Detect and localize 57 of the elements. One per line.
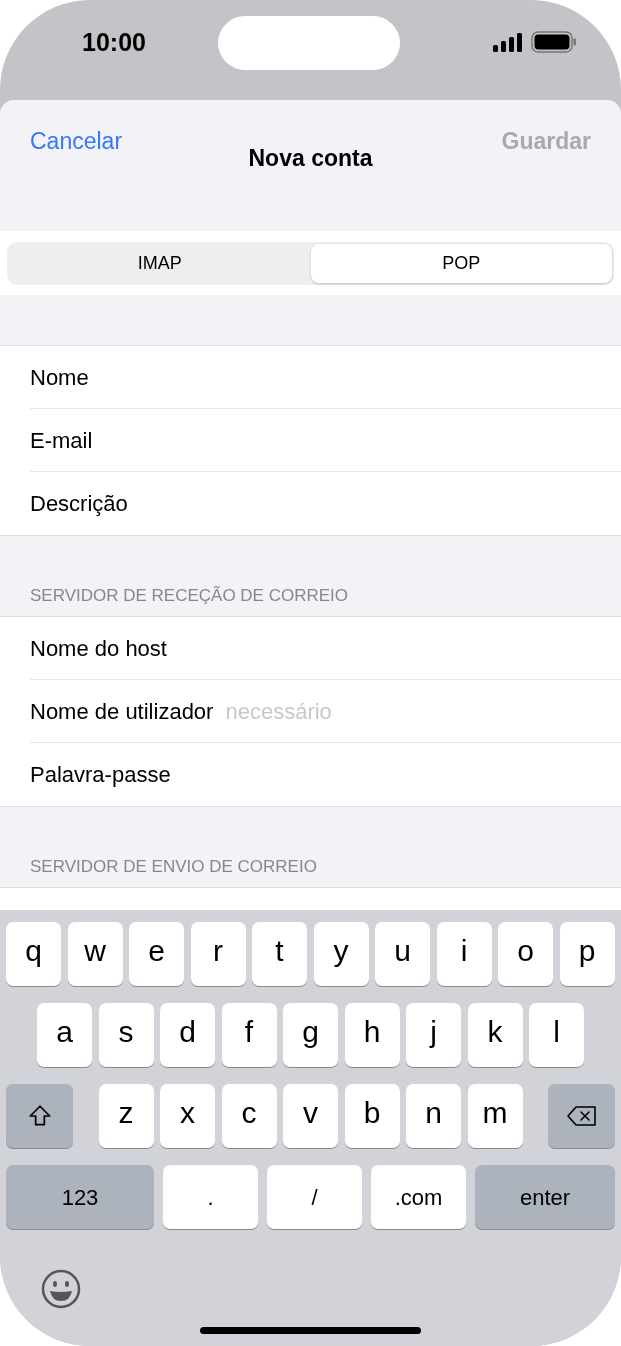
keyboard-key[interactable]: b <box>344 1084 400 1148</box>
keyboard-key[interactable]: h <box>344 1003 400 1067</box>
keyboard-key[interactable]: / <box>267 1165 362 1229</box>
field-label: Nome de utilizador <box>30 697 214 726</box>
keyboard-key[interactable]: o <box>498 922 553 986</box>
field-label: Nome do host <box>30 634 167 663</box>
keyboard-key[interactable]: d <box>160 1003 215 1067</box>
segment-tab[interactable]: IMAP <box>9 243 311 283</box>
keyboard-key[interactable]: i <box>436 922 492 986</box>
cancel-button[interactable]: Cancelar <box>30 126 123 156</box>
signal-icon <box>493 32 525 52</box>
keyboard-key[interactable]: s <box>98 1003 154 1067</box>
keyboard-key[interactable]: j <box>406 1003 461 1067</box>
form-row[interactable]: Descrição <box>30 472 621 535</box>
keyboard-key[interactable]: a <box>37 1003 92 1067</box>
field-label: Palavra-passe <box>30 761 171 789</box>
keyboard-key[interactable]: q <box>6 922 61 986</box>
enter-key[interactable]: enter <box>475 1165 615 1229</box>
keyboard-key[interactable]: f <box>221 1003 277 1067</box>
keyboard-key[interactable]: y <box>313 922 369 986</box>
field-label: Nome <box>30 363 89 392</box>
segment-tab[interactable]: POP <box>310 243 612 283</box>
form-row[interactable]: Nome do host <box>30 617 621 680</box>
sheet-title: Nova conta <box>248 144 373 173</box>
keyboard-key[interactable]: t <box>252 922 307 986</box>
keyboard-key[interactable]: x <box>160 1084 215 1148</box>
numbers-key[interactable]: 123 <box>6 1165 154 1229</box>
keyboard-key[interactable]: l <box>529 1003 584 1067</box>
field-label: E-mail <box>30 426 93 455</box>
emoji-icon[interactable] <box>41 1269 81 1309</box>
shift-key[interactable] <box>6 1084 73 1148</box>
keyboard-key[interactable]: z <box>98 1084 154 1148</box>
keyboard-key[interactable]: v <box>283 1084 338 1148</box>
field-label: Descrição <box>30 490 128 518</box>
form-row[interactable]: Nome <box>30 346 621 409</box>
section-header: SERVIDOR DE RECEÇÃO DE CORREIO <box>30 586 349 606</box>
battery-icon <box>531 31 577 53</box>
keyboard-key[interactable]: m <box>467 1084 523 1148</box>
keyboard-key[interactable]: g <box>283 1003 338 1067</box>
keyboard-key[interactable]: n <box>406 1084 461 1148</box>
form-row[interactable]: E-mail <box>30 409 621 472</box>
delete-icon <box>565 1104 598 1128</box>
keyboard-key[interactable]: e <box>129 922 184 986</box>
keyboard-key[interactable]: u <box>375 922 430 986</box>
keyboard-key[interactable]: k <box>467 1003 523 1067</box>
status-time: 10:00 <box>82 27 146 58</box>
section-header: SERVIDOR DE ENVIO DE CORREIO <box>30 857 317 877</box>
keyboard-key[interactable]: . <box>163 1165 258 1229</box>
keyboard-key[interactable]: c <box>221 1084 277 1148</box>
form-row[interactable]: Palavra-passe <box>30 743 621 806</box>
keyboard-key[interactable]: w <box>67 922 123 986</box>
form-row[interactable]: Nome de utilizador necessário <box>30 680 621 743</box>
keyboard-key[interactable]: p <box>559 922 615 986</box>
keyboard-key[interactable]: .com <box>371 1165 466 1229</box>
keyboard-key[interactable]: r <box>190 922 246 986</box>
field-placeholder: necessário <box>225 697 332 726</box>
delete-key[interactable] <box>548 1084 615 1148</box>
